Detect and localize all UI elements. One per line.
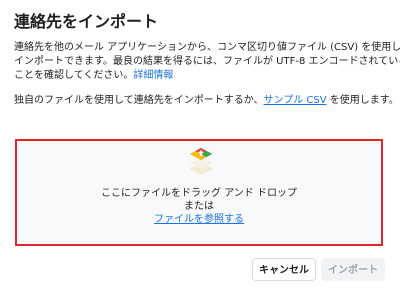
drop-instruction: ここにファイルをドラッグ アンド ドロップ — [101, 188, 297, 199]
sample-csv-prefix: 独自のファイルを使用して連絡先をインポートするか、 — [14, 95, 264, 106]
sample-csv-text: 独自のファイルを使用して連絡先をインポートするか、サンプル CSV を使用します… — [14, 94, 399, 108]
browse-files-link[interactable]: ファイルを参照する — [154, 214, 244, 225]
description-line-1: 連絡先を他のメール アプリケーションから、コンマ区切り値ファイル (CSV) を… — [14, 42, 400, 53]
dialog-title: 連絡先をインポート — [14, 12, 159, 31]
file-drop-zone[interactable]: ここにファイルをドラッグ アンド ドロップ または ファイルを参照する — [15, 139, 383, 246]
or-separator: または — [184, 201, 214, 212]
dialog-description: 連絡先を他のメール アプリケーションから、コンマ区切り値ファイル (CSV) を… — [14, 41, 400, 83]
import-contacts-dialog: 連絡先をインポート 連絡先を他のメール アプリケーションから、コンマ区切り値ファ… — [0, 0, 400, 293]
learn-more-link[interactable]: 詳細情報 — [133, 70, 173, 81]
cancel-button[interactable]: キャンセル — [252, 258, 316, 281]
description-line-3-text: ことを確認してください。 — [14, 70, 134, 81]
import-button[interactable]: インポート — [321, 258, 385, 281]
layers-upload-icon — [189, 148, 213, 175]
description-line-3: ことを確認してください。詳細情報 — [14, 69, 388, 83]
sample-csv-suffix: を使用します。 — [326, 95, 399, 106]
description-line-2: インポートできます。最良の結果を得るには、ファイルが UTF-8 エンコードされ… — [14, 56, 400, 67]
sample-csv-link[interactable]: サンプル CSV — [264, 95, 327, 106]
browse-link-row: ファイルを参照する — [17, 213, 381, 226]
